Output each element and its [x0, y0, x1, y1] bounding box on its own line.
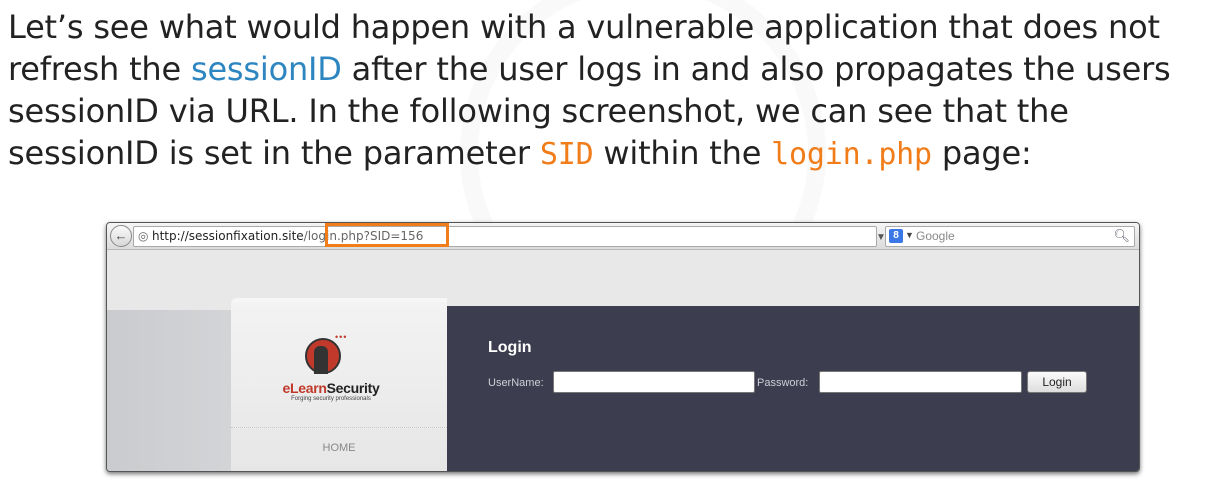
search-bar[interactable]: 8 ▼ Google 🔍︎ [885, 226, 1135, 247]
back-arrow-icon[interactable]: ← [110, 225, 132, 247]
sid-param-code: SID [539, 137, 594, 172]
logo-figure [314, 346, 328, 374]
username-input[interactable] [553, 371, 755, 393]
login-button[interactable]: Login [1027, 371, 1087, 393]
page-viewport: ••• eLearnSecurity Forging security prof… [107, 250, 1139, 471]
body-paragraph: Let’s see what would happen with a vulne… [8, 6, 1228, 176]
browser-screenshot: ← ◎ http://sessionfixation.site/login.ph… [106, 222, 1140, 472]
logo-dots: ••• [335, 332, 348, 342]
browser-toolbar: ← ◎ http://sessionfixation.site/login.ph… [107, 223, 1139, 250]
search-placeholder: Google [916, 229, 955, 243]
login-php-code: login.php [771, 137, 932, 172]
url-highlight-box [325, 223, 449, 247]
globe-icon: ◎ [138, 229, 149, 243]
paragraph-text-3: within the [593, 134, 772, 172]
password-input[interactable] [819, 371, 1022, 393]
logo-text-a: eLearn [282, 380, 327, 396]
elearnsecurity-logo[interactable]: ••• eLearnSecurity Forging security prof… [261, 332, 401, 412]
username-label: UserName: [488, 377, 544, 389]
magnifier-icon[interactable]: 🔍︎ [1113, 228, 1130, 244]
site-container: ••• eLearnSecurity Forging security prof… [231, 298, 1139, 471]
paragraph-text-4: page: [931, 134, 1032, 172]
logo-tagline: Forging security professionals [291, 396, 371, 402]
url-host: http://sessionfixation.site [152, 229, 304, 243]
nav-home-link[interactable]: HOME [231, 442, 447, 454]
address-bar[interactable]: ◎ http://sessionfixation.site/login.php?… [133, 223, 901, 247]
nav-divider [231, 427, 447, 429]
sessionid-highlight: sessionID [190, 50, 342, 88]
search-engine-icon[interactable]: 8 [889, 229, 903, 243]
login-title: Login [488, 339, 532, 356]
password-label: Password: [757, 377, 809, 389]
engine-dropdown-icon[interactable]: ▼ [905, 230, 914, 240]
logo-text: eLearnSecurity [261, 380, 401, 396]
login-panel: Login UserName: Password: Login [447, 306, 1139, 471]
logo-text-b: Security [326, 380, 380, 396]
site-sidebar: ••• eLearnSecurity Forging security prof… [231, 298, 447, 471]
